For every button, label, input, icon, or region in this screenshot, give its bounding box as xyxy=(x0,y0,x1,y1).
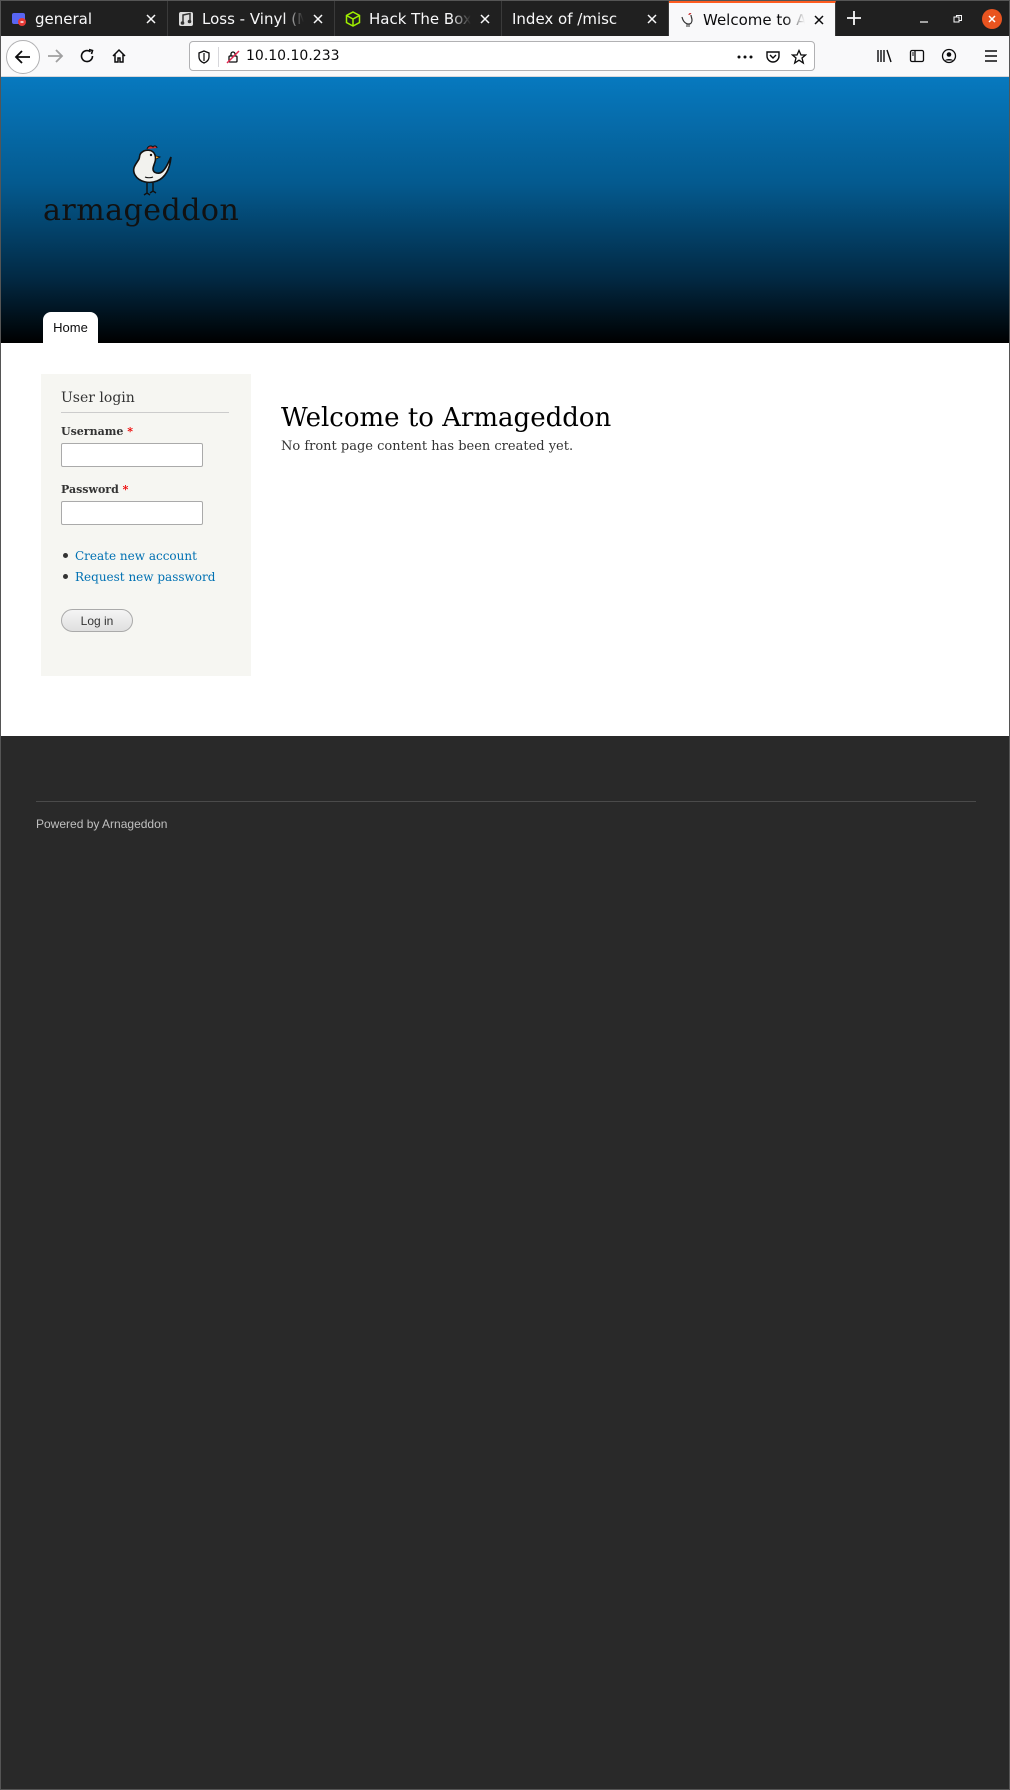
forward-button[interactable] xyxy=(41,42,69,70)
close-icon[interactable] xyxy=(143,11,159,27)
hamburger-icon xyxy=(985,50,997,62)
reload-button[interactable] xyxy=(73,42,101,70)
required-marker: * xyxy=(122,483,129,496)
bullet xyxy=(63,553,68,558)
tab-title: Index of /misc xyxy=(512,9,618,28)
web-page: armageddon Home User login Username * Pa… xyxy=(1,77,1009,1789)
close-icon[interactable] xyxy=(644,11,660,27)
username-label-text: Username xyxy=(61,425,124,438)
close-icon[interactable] xyxy=(477,11,493,27)
minimize-icon[interactable] xyxy=(914,9,934,29)
tab-hack-the-box[interactable]: Hack The Box :: H xyxy=(335,1,502,36)
site-footer: Powered by Arnageddon xyxy=(1,736,1009,1789)
url-separator xyxy=(218,47,219,67)
account-button[interactable] xyxy=(935,42,963,70)
chicken-logo-icon xyxy=(132,145,172,196)
password-input[interactable] xyxy=(61,501,203,525)
create-account-link[interactable]: Create new account xyxy=(75,549,197,563)
bookmark-star-icon[interactable] xyxy=(790,48,808,66)
close-icon[interactable] xyxy=(310,11,326,27)
footer-divider xyxy=(36,801,976,802)
menu-button[interactable] xyxy=(977,42,1005,70)
back-arrow-icon xyxy=(14,50,30,64)
nav-tab-home-label: Home xyxy=(53,320,88,335)
tab-general[interactable]: general xyxy=(1,1,168,36)
list-item: Create new account xyxy=(61,545,215,566)
sidebar-icon xyxy=(909,49,925,63)
tab-loss-vinyl[interactable]: Loss - Vinyl (Mir xyxy=(168,1,335,36)
chicken-icon xyxy=(679,12,695,28)
bullet xyxy=(63,574,68,579)
nav-tab-home[interactable]: Home xyxy=(43,312,98,343)
chat-app-icon xyxy=(11,11,27,27)
navigation-toolbar: 10.10.10.233 xyxy=(1,36,1009,77)
forward-arrow-icon xyxy=(48,49,64,63)
tab-welcome-armageddon[interactable]: Welcome to Arm xyxy=(669,1,836,36)
more-actions-icon[interactable] xyxy=(736,48,754,66)
request-password-link[interactable]: Request new password xyxy=(75,570,215,584)
login-button[interactable]: Log in xyxy=(61,609,133,632)
tab-index-misc[interactable]: Index of /misc xyxy=(502,1,669,36)
page-title: Welcome to Armageddon xyxy=(281,403,612,434)
home-icon xyxy=(112,48,126,63)
library-button[interactable] xyxy=(871,42,899,70)
close-icon[interactable] xyxy=(811,12,827,28)
close-window-icon[interactable] xyxy=(982,9,1002,29)
insecure-lock-icon[interactable] xyxy=(224,48,242,66)
login-button-label: Log in xyxy=(80,613,114,628)
url-text[interactable]: 10.10.10.233 xyxy=(246,48,340,64)
cube-icon xyxy=(345,10,361,27)
list-item: Request new password xyxy=(61,566,215,587)
user-login-block: User login Username * Password * Create … xyxy=(41,374,251,676)
library-icon xyxy=(877,49,892,63)
tab-title: Welcome to Arm xyxy=(703,10,805,29)
password-label: Password * xyxy=(61,483,128,496)
password-label-text: Password xyxy=(61,483,119,496)
new-tab-button[interactable] xyxy=(841,5,867,31)
footer-credit: Powered by Arnageddon xyxy=(36,817,168,831)
sidebar-button[interactable] xyxy=(903,42,931,70)
site-header: armageddon Home xyxy=(1,77,1009,343)
home-button[interactable] xyxy=(105,42,133,70)
logo-text: armageddon xyxy=(43,193,240,228)
account-links: Create new account Request new password xyxy=(61,545,215,587)
tab-strip: general Loss - Vinyl (Mir Hack The Box :… xyxy=(1,1,1009,36)
tab-title: general xyxy=(35,9,93,28)
back-button[interactable] xyxy=(6,40,40,74)
tab-title: Hack The Box :: H xyxy=(369,9,471,28)
restore-icon[interactable] xyxy=(948,9,968,29)
block-title: User login xyxy=(61,390,229,413)
site-logo[interactable]: armageddon xyxy=(43,145,239,237)
required-marker: * xyxy=(127,425,133,438)
reload-icon xyxy=(80,48,94,63)
shield-icon[interactable] xyxy=(195,48,213,66)
pocket-icon[interactable] xyxy=(764,48,782,66)
account-icon xyxy=(941,48,957,64)
browser-window: general Loss - Vinyl (Mir Hack The Box :… xyxy=(0,0,1010,1790)
url-bar[interactable]: 10.10.10.233 xyxy=(189,41,815,71)
page-body-text: No front page content has been created y… xyxy=(281,439,574,454)
username-label: Username * xyxy=(61,425,133,438)
username-input[interactable] xyxy=(61,443,203,467)
page-content: User login Username * Password * Create … xyxy=(1,343,1009,736)
tab-title: Loss - Vinyl (Mir xyxy=(202,9,304,28)
music-note-icon xyxy=(178,11,194,27)
